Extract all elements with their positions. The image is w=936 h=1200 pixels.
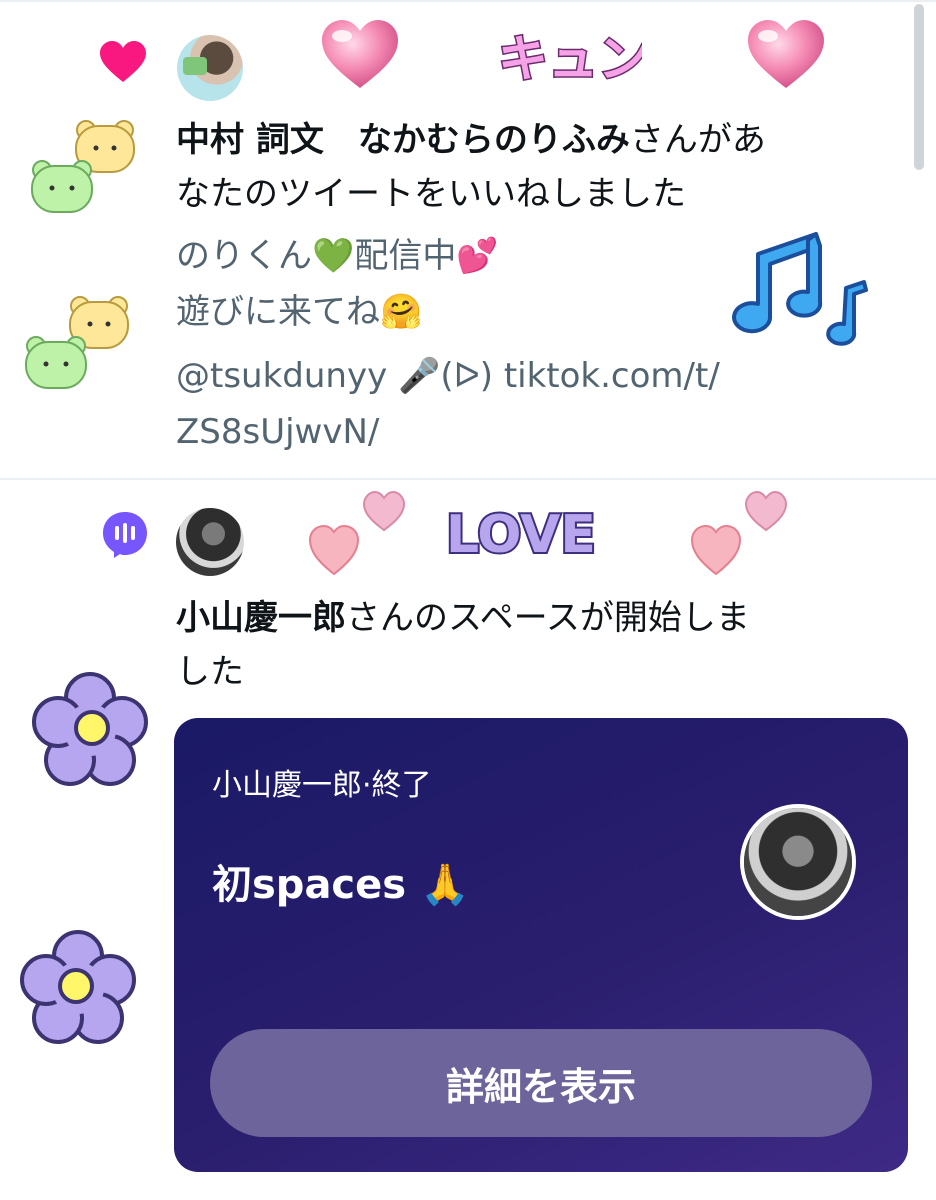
heart-icon <box>100 41 146 82</box>
kyun-sticker-text: キュン <box>498 30 642 88</box>
tweet-line: ZS8sUjwvN/ <box>176 412 380 452</box>
space-meta: 小山慶一郎·終了 <box>212 768 432 803</box>
flower-sticker <box>20 930 136 1044</box>
action-suffix: さんがあ <box>629 120 766 160</box>
user-name[interactable]: 中村 詞文 なかむらのりふみ <box>176 120 630 160</box>
love-sticker-text: LOVE <box>446 505 596 565</box>
tweet-line: @tsukdunyy 🎤(ᐅ) tiktok.com/t/ <box>176 356 720 396</box>
bear-sticker <box>25 296 129 389</box>
action-line-2: した <box>176 652 244 692</box>
love-sticker: LOVE <box>444 503 598 567</box>
action-suffix: さんのスペースが開始しま <box>346 598 750 638</box>
bear-sticker <box>31 120 135 213</box>
action-line-1: 中村 詞文 なかむらのりふみさんがあ <box>176 114 906 167</box>
flower-sticker <box>32 672 148 786</box>
music-note-sticker <box>732 232 868 346</box>
view-details-button[interactable]: 詳細を表示 <box>210 1029 872 1137</box>
spaces-icon <box>103 512 147 558</box>
love-hearts-sticker <box>308 490 406 576</box>
space-title: 初spaces 🙏 <box>212 862 470 908</box>
glossy-heart-sticker <box>322 20 398 88</box>
user-avatar[interactable] <box>177 35 243 101</box>
tweet-line: 遊びに来てね🤗 <box>176 292 423 332</box>
glossy-heart-sticker <box>748 20 824 88</box>
tweet-preview[interactable]: のりくん💚配信中💕 遊びに来てね🤗 @tsukdunyy 🎤(ᐅ) tiktok… <box>176 228 720 460</box>
action-line-1: 小山慶一郎さんのスペースが開始しま <box>176 592 906 645</box>
user-name[interactable]: 小山慶一郎 <box>176 598 346 638</box>
host-avatar[interactable] <box>744 808 852 916</box>
action-line-2: なたのツイートをいいねしました <box>176 174 686 214</box>
tweet-line: のりくん💚配信中💕 <box>176 236 499 276</box>
love-hearts-sticker <box>690 490 788 576</box>
user-avatar[interactable] <box>176 508 244 576</box>
kyun-sticker: キュン <box>497 29 643 90</box>
